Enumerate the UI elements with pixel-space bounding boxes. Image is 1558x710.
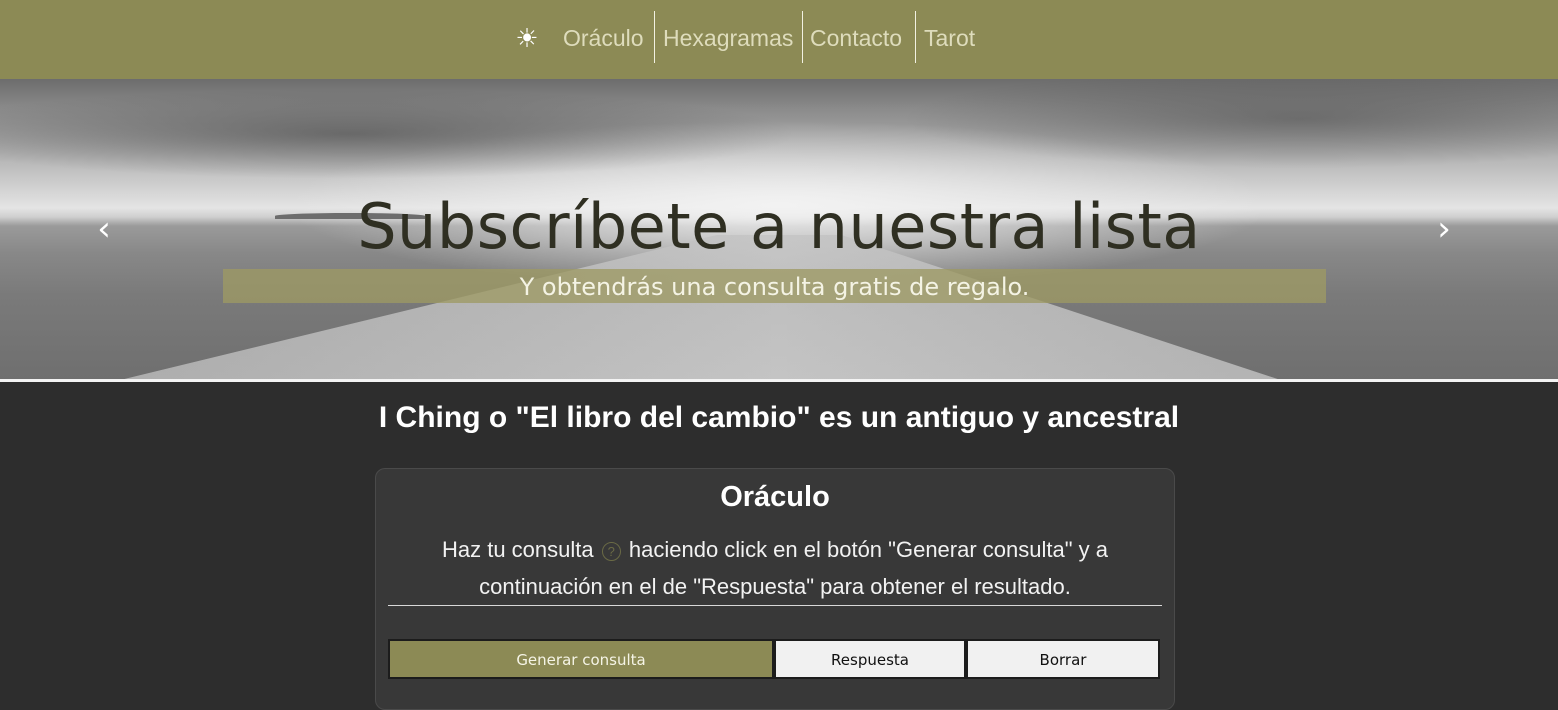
hero-title: Subscríbete a nuestra lista — [357, 190, 1201, 263]
card-title: Oráculo — [720, 481, 830, 513]
generate-query-button[interactable]: Generar consulta — [388, 639, 774, 679]
instructions-text-start: Haz tu consulta — [441, 537, 594, 562]
intro-heading: I Ching o "El libro del cambio" es un an… — [378, 401, 1180, 434]
sun-icon[interactable]: ☀ — [512, 24, 542, 54]
nav-separator — [802, 11, 803, 63]
hero-subtitle: Y obtendrás una consulta gratis de regal… — [519, 273, 1030, 301]
hero-cloud — [0, 89, 800, 179]
nav-separator — [915, 11, 916, 63]
nav-item-hexagramas[interactable]: Hexagramas — [663, 11, 793, 63]
card-divider — [388, 605, 1162, 606]
clear-button[interactable]: Borrar — [966, 639, 1160, 679]
top-navbar: ☀ Oráculo Hexagramas Contacto Tarot — [0, 0, 1558, 79]
hero-cloud — [900, 79, 1558, 169]
card-instructions: Haz tu consulta ? haciendo click en el b… — [406, 531, 1144, 605]
help-icon[interactable]: ? — [601, 541, 621, 561]
nav-item-tarot[interactable]: Tarot — [924, 11, 975, 63]
hero-bottom-border — [0, 379, 1558, 382]
nav-item-contacto[interactable]: Contacto — [810, 11, 902, 63]
nav-separator — [654, 11, 655, 63]
oracle-card: Oráculo Haz tu consulta ? haciendo click… — [375, 468, 1175, 710]
nav-item-oraculo[interactable]: Oráculo — [563, 11, 644, 63]
answer-button[interactable]: Respuesta — [774, 639, 966, 679]
